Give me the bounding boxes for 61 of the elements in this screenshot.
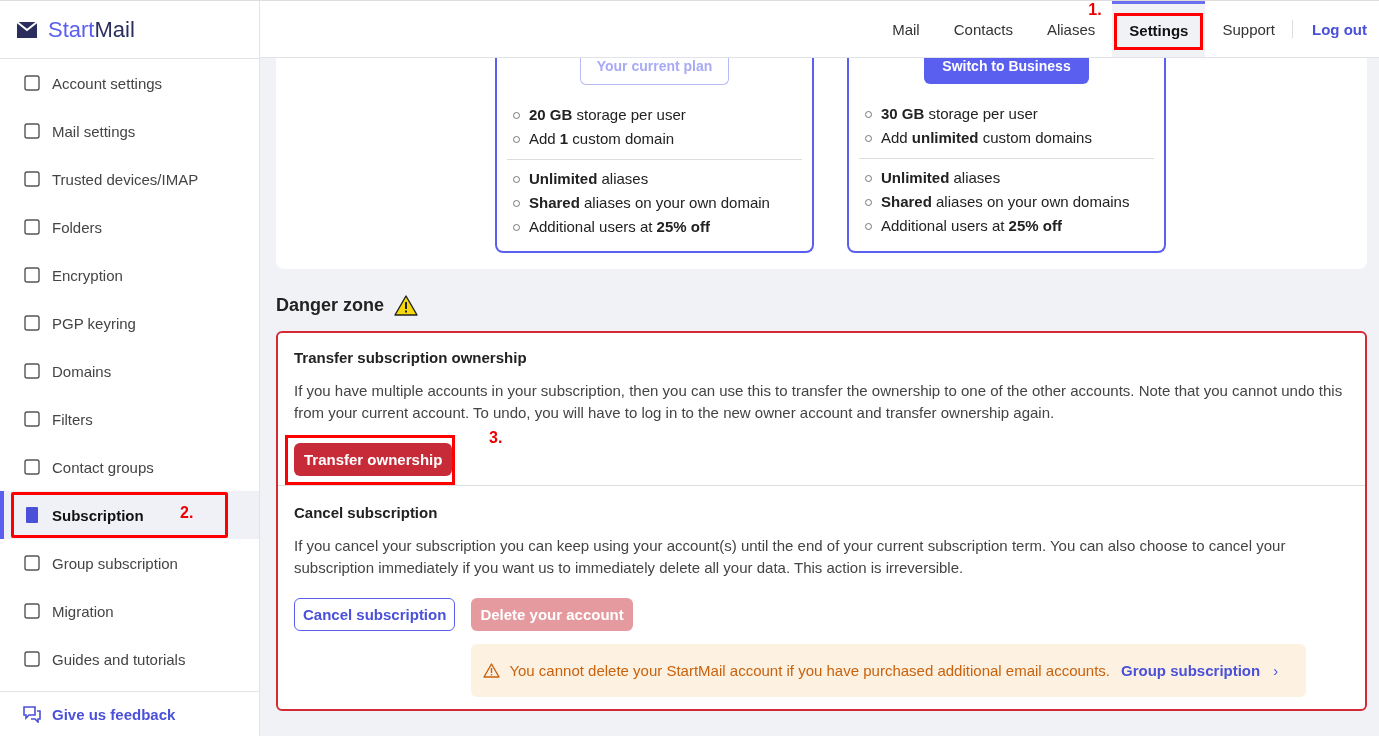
chevron-icon: › xyxy=(1273,662,1279,679)
sidebar-item[interactable]: Contact groups xyxy=(0,443,259,491)
menu-item-icon xyxy=(22,409,42,429)
logo-text: StartMail xyxy=(48,16,135,43)
sidebar-item[interactable]: Group subscription xyxy=(0,539,259,587)
menu-item-icon xyxy=(22,73,42,93)
sidebar-item[interactable]: Domains xyxy=(0,347,259,395)
menu-item-icon xyxy=(22,361,42,381)
transfer-ownership-button[interactable]: Transfer ownership xyxy=(294,443,453,476)
plan-feature: Shared aliases on your own domains xyxy=(881,192,1130,212)
cancel-subscription-button[interactable]: Cancel subscription xyxy=(294,598,456,631)
sidebar-item[interactable]: Folders xyxy=(0,203,259,251)
description: If you have multiple accounts in your subscription, then you can use this to transfer the ownership to one of the other accounts. Note that you cannot undo this from your current account. To undo, you will have to log in to the new owner account and transfer ownership again. xyxy=(294,381,1344,423)
menu-item-icon xyxy=(22,601,42,621)
sidebar-item[interactable]: Subscription 2. xyxy=(0,491,259,539)
menu-item-icon xyxy=(22,313,42,333)
annotation-number: 1. xyxy=(1088,2,1102,17)
sidebar-item[interactable]: Mail settings xyxy=(0,107,259,155)
warning-icon xyxy=(483,663,501,678)
description: If you cancel your subscription you can keep using your account(s) until the end of your current subscription term. You can also choose to cancel your subscription immediately if you want us to immediately delete all your data. This action is irreversible. xyxy=(294,536,1287,578)
sidebar-item[interactable]: Guides and tutorials xyxy=(0,635,259,683)
menu-item-icon xyxy=(22,169,42,189)
warning-text: You cannot delete your StartMail account if you have purchased additional email accounts. xyxy=(509,662,1111,679)
chat-icon xyxy=(22,705,42,723)
annotation-number: 3. xyxy=(489,429,503,447)
section-title: Transfer subscription ownership xyxy=(294,349,528,366)
menu-item-icon xyxy=(22,121,42,141)
nav-tab[interactable]: Aliases xyxy=(1038,16,1104,42)
menu-item-icon xyxy=(22,649,42,669)
nav-tab[interactable]: Mail xyxy=(884,16,928,42)
envelope-logo-icon xyxy=(16,20,38,39)
section-heading: Danger zone xyxy=(276,295,385,316)
sidebar-item[interactable]: Filters xyxy=(0,395,259,443)
warning-icon xyxy=(394,295,419,316)
menu-item-icon xyxy=(22,217,42,237)
plan-feature: Shared aliases on your own domain xyxy=(529,193,770,213)
sidebar-item[interactable]: Account settings xyxy=(0,59,259,107)
menu-item-icon xyxy=(22,553,42,573)
logout-link[interactable]: Log out xyxy=(1297,20,1367,38)
plan-feature: 30 GB storage per user xyxy=(881,104,1038,124)
plan-feature: 20 GB storage per user xyxy=(529,105,686,125)
plan-feature: Additional users at 25% off xyxy=(881,216,1062,236)
plan-feature: Unlimited aliases xyxy=(529,169,649,189)
sidebar-item[interactable]: Trusted devices/IMAP xyxy=(0,155,259,203)
annotation-number: 2. xyxy=(180,504,194,522)
plan-button[interactable]: Switch to Business xyxy=(924,58,1089,84)
group-subscription-link[interactable]: Group subscription xyxy=(1121,662,1261,679)
section-title: Cancel subscription xyxy=(294,504,439,521)
plan-feature: Unlimited aliases xyxy=(881,168,1001,188)
menu-item-icon xyxy=(22,457,42,477)
sidebar-item[interactable]: Encryption xyxy=(0,251,259,299)
plan-feature: Add 1 custom domain xyxy=(529,129,675,149)
nav-tab[interactable]: Settings xyxy=(1112,1,1206,57)
menu-item-icon xyxy=(22,265,42,285)
plan-feature: Add unlimited custom domains xyxy=(881,128,1092,148)
nav-tab[interactable]: Support xyxy=(1214,16,1283,42)
sidebar-item[interactable]: PGP keyring xyxy=(0,299,259,347)
plan-feature: Additional users at 25% off xyxy=(529,217,710,237)
nav-tab[interactable]: Contacts xyxy=(945,16,1021,42)
sidebar-item[interactable]: Migration xyxy=(0,587,259,635)
feedback-link[interactable]: Give us feedback xyxy=(0,691,259,736)
